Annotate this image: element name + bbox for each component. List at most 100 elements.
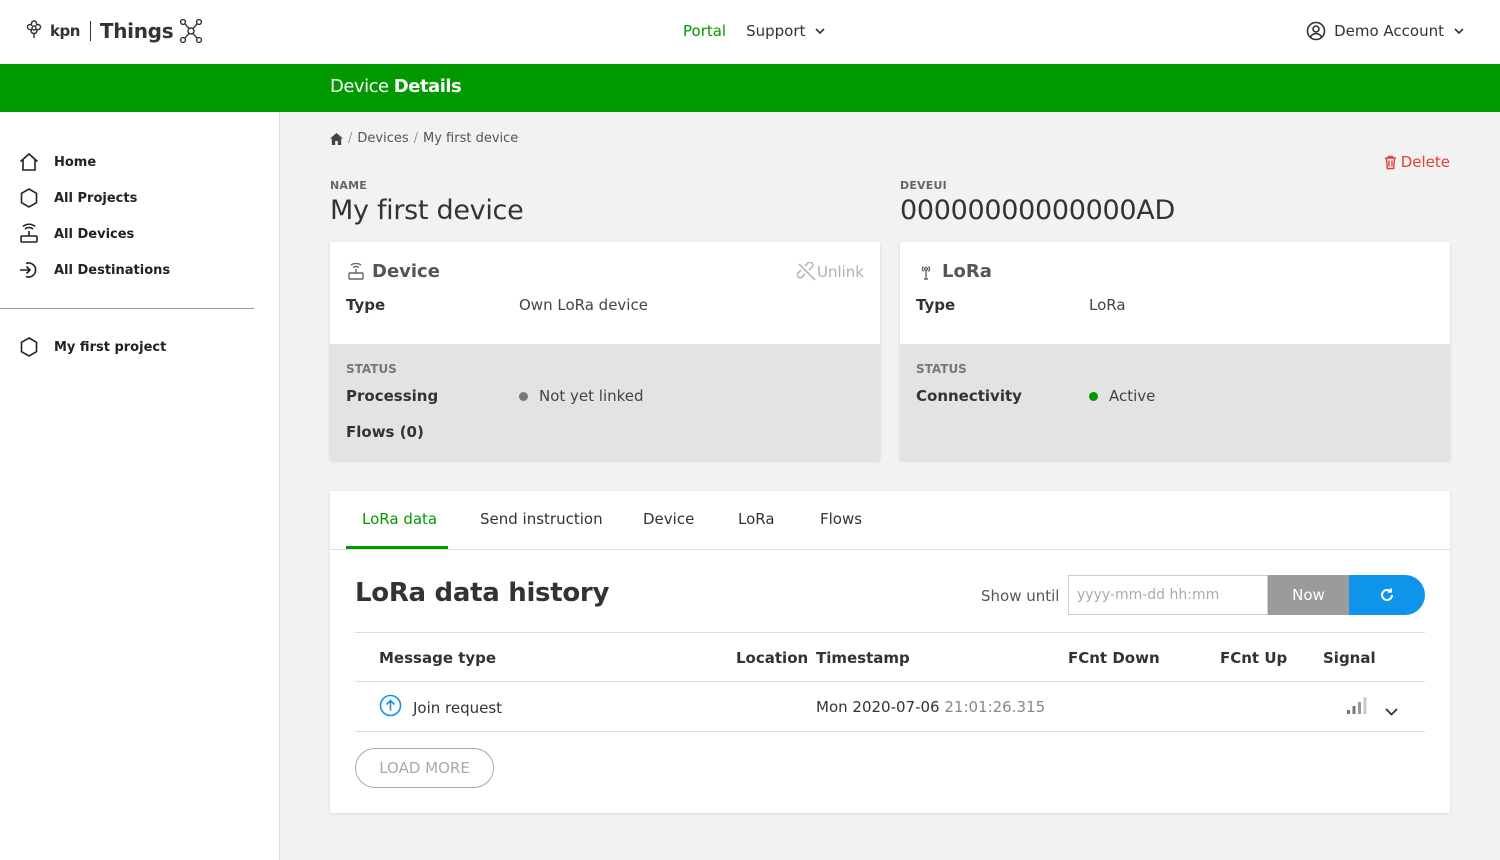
history-title: LoRa data history [355, 578, 610, 608]
processing-value: Not yet linked [539, 387, 644, 405]
chevron-down-icon [815, 27, 825, 34]
chevron-down-icon[interactable] [1385, 702, 1398, 720]
device-deveui: 00000000000000AD [900, 195, 1175, 226]
breadcrumb: / Devices / My first device [330, 131, 518, 146]
kpn-things-logo[interactable]: kpn Things [22, 16, 203, 46]
kpn-flower-icon [22, 17, 46, 45]
connectivity-status: Active [1089, 387, 1155, 405]
connectivity-value: Active [1109, 387, 1156, 405]
hexagon-icon [18, 187, 40, 209]
signal-bars-icon [1346, 696, 1368, 718]
lora-card: LoRa Type LoRa STATUS Connectivity Activ… [900, 242, 1450, 460]
account-name: Demo Account [1334, 22, 1444, 40]
table-header-border [355, 681, 1425, 682]
device-card-title-label: Device [372, 261, 440, 282]
sidebar-item-all-devices[interactable]: All Devices [18, 222, 134, 246]
lora-card-title: LoRa [916, 261, 992, 282]
top-nav: Portal Support [683, 22, 825, 40]
page-title: Device Details [330, 76, 462, 97]
logo-divider [89, 21, 91, 41]
sidebar-item-label: My first project [54, 339, 167, 355]
status-dot [519, 391, 528, 401]
processing-status: Not yet linked [519, 387, 644, 405]
now-button[interactable]: Now [1268, 575, 1349, 615]
sidebar: Home All Projects All Devices All Destin… [0, 112, 280, 860]
things-brand: Things [99, 19, 174, 43]
delete-button[interactable]: Delete [1384, 153, 1450, 171]
nav-portal[interactable]: Portal [683, 22, 726, 40]
tab-send-instruction[interactable]: Send instruction [480, 510, 603, 528]
page-title-prefix: Device [330, 76, 389, 97]
sidebar-item-all-destinations[interactable]: All Destinations [18, 258, 170, 282]
type-label: Type [916, 296, 956, 314]
hexagon-icon [18, 336, 40, 358]
lora-card-top: LoRa Type LoRa [900, 242, 1450, 344]
table-row-border [355, 731, 1425, 732]
lora-card-title-label: LoRa [942, 261, 992, 282]
device-card: Device Unlink Type Own LoRa device STATU… [330, 242, 880, 460]
nav-support-label: Support [746, 22, 806, 40]
sidebar-item-all-projects[interactable]: All Projects [18, 186, 137, 210]
nav-support[interactable]: Support [746, 22, 825, 40]
delete-label: Delete [1400, 153, 1450, 171]
sidebar-item-label: Home [54, 154, 97, 170]
trash-icon [1384, 155, 1396, 169]
type-value: LoRa [1089, 296, 1126, 314]
destination-icon [18, 259, 40, 281]
breadcrumb-separator: / [348, 131, 353, 146]
tab-lora[interactable]: LoRa [738, 510, 775, 528]
column-header: Timestamp [816, 649, 910, 667]
sidebar-item-my-first-project[interactable]: My first project [18, 335, 166, 359]
home-icon[interactable] [330, 132, 343, 145]
user-circle-icon [1306, 21, 1326, 41]
tab-device[interactable]: Device [643, 510, 694, 528]
refresh-button[interactable] [1349, 575, 1425, 615]
column-header: FCnt Up [1220, 649, 1288, 667]
load-more-button[interactable]: LOAD MORE [355, 748, 494, 788]
unlink-icon [796, 262, 816, 281]
unlink-label: Unlink [816, 263, 864, 281]
name-label: NAME [330, 179, 367, 192]
page-title-bold: Details [393, 76, 462, 97]
sidebar-item-label: All Projects [54, 190, 138, 206]
date-time-input[interactable] [1068, 575, 1268, 615]
status-label: STATUS [346, 362, 397, 376]
account-menu[interactable]: Demo Account [1306, 21, 1464, 41]
status-label: STATUS [916, 362, 967, 376]
breadcrumb-devices[interactable]: Devices [357, 131, 408, 146]
data-panel: LoRa data Send instruction Device LoRa F… [330, 491, 1450, 813]
connectivity-label: Connectivity [916, 387, 1022, 405]
tab-lora-data[interactable]: LoRa data [362, 510, 437, 528]
device-card-top: Device Unlink Type Own LoRa device [330, 242, 880, 344]
column-header: Signal [1323, 649, 1376, 667]
breadcrumb-current: My first device [423, 131, 519, 146]
timestamp-cell: Mon 2020-07-06 21:01:26.315 [816, 698, 1045, 716]
home-icon [18, 151, 40, 173]
show-until-label: Show until [981, 587, 1060, 605]
sidebar-item-home[interactable]: Home [18, 150, 96, 174]
processing-label: Processing [346, 387, 439, 405]
device-card-title: Device [346, 261, 440, 282]
tab-flows[interactable]: Flows [820, 510, 862, 528]
tab-bar: LoRa data Send instruction Device LoRa F… [330, 491, 1450, 550]
page-header: Device Details [0, 64, 1500, 112]
column-header: FCnt Down [1068, 649, 1160, 667]
flows-link[interactable]: Flows (0) [346, 423, 424, 441]
column-header: Location [736, 649, 809, 667]
sidebar-item-label: All Destinations [54, 262, 171, 278]
status-dot [1089, 391, 1098, 401]
refresh-icon [1381, 588, 1393, 601]
unlink-button[interactable]: Unlink [796, 262, 864, 282]
table-top-border [355, 632, 1425, 633]
breadcrumb-separator: / [413, 131, 419, 146]
device-name: My first device [330, 195, 524, 226]
antenna-icon [916, 263, 936, 281]
active-tab-indicator [346, 546, 448, 549]
lora-status-section: STATUS Connectivity Active [900, 344, 1450, 460]
type-value: Own LoRa device [519, 296, 648, 314]
uplink-arrow-icon [379, 694, 402, 721]
chevron-down-icon [1454, 27, 1464, 34]
timestamp-time: 21:01:26.315 [944, 698, 1046, 716]
top-bar: kpn Things Portal Support Demo Account [0, 0, 1500, 64]
router-icon [18, 223, 40, 245]
